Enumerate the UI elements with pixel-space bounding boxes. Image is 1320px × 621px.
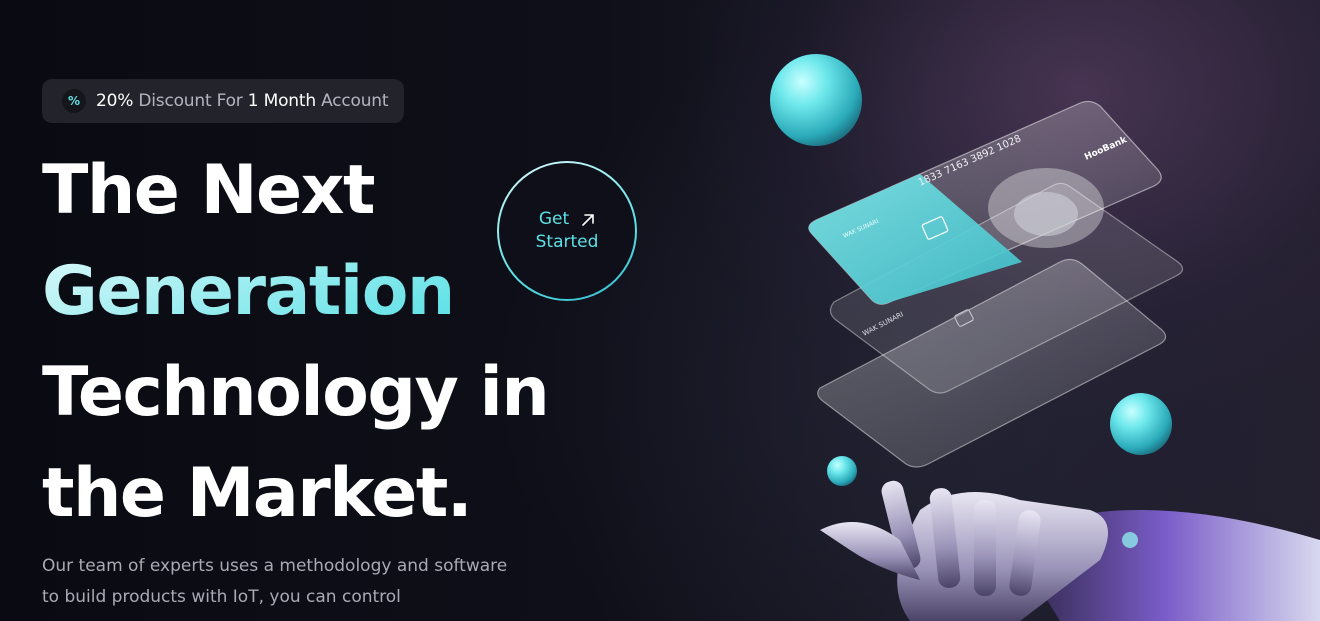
get-started-label-1: Get <box>538 209 570 229</box>
hero-description: Our team of experts uses a methodology a… <box>42 556 508 607</box>
heading-line-4: the Market. <box>42 454 473 533</box>
heading-line-2: Generation <box>42 241 548 342</box>
get-started-inner[interactable]: Get Started <box>499 163 635 299</box>
get-started-label-2: Started <box>535 232 599 252</box>
heading-line-1: The Next <box>42 151 375 230</box>
discount-text: 20% Discount For 1 Month Account <box>96 91 389 111</box>
discount-month: 1 Month <box>247 91 316 111</box>
get-started-button[interactable]: Get Started <box>497 161 637 301</box>
arrow-up-right-icon <box>582 213 594 226</box>
get-started-row-2: Started <box>536 231 599 254</box>
robot-hand <box>820 480 1320 621</box>
discount-icon: % <box>62 89 86 113</box>
get-started-row-1: Get <box>539 208 595 231</box>
discount-badge: % 20% Discount For 1 Month Account <box>42 79 405 123</box>
small-sphere <box>827 456 857 486</box>
large-sphere <box>770 54 862 146</box>
medium-sphere <box>1110 393 1172 455</box>
discount-percent: 20% <box>96 91 134 111</box>
cards-robot-hand-illustration: WAK SUNARI 1833 7163 3892 1028 HooBank W… <box>770 54 1320 621</box>
hero-heading: The Next Generation Technology in the Ma… <box>42 140 550 544</box>
discount-text-a: Discount For <box>133 91 248 111</box>
heading-line-3: Technology in <box>42 353 550 432</box>
hero-section: % 20% Discount For 1 Month Account The N… <box>0 0 1320 621</box>
discount-text-b: Account <box>315 91 389 111</box>
